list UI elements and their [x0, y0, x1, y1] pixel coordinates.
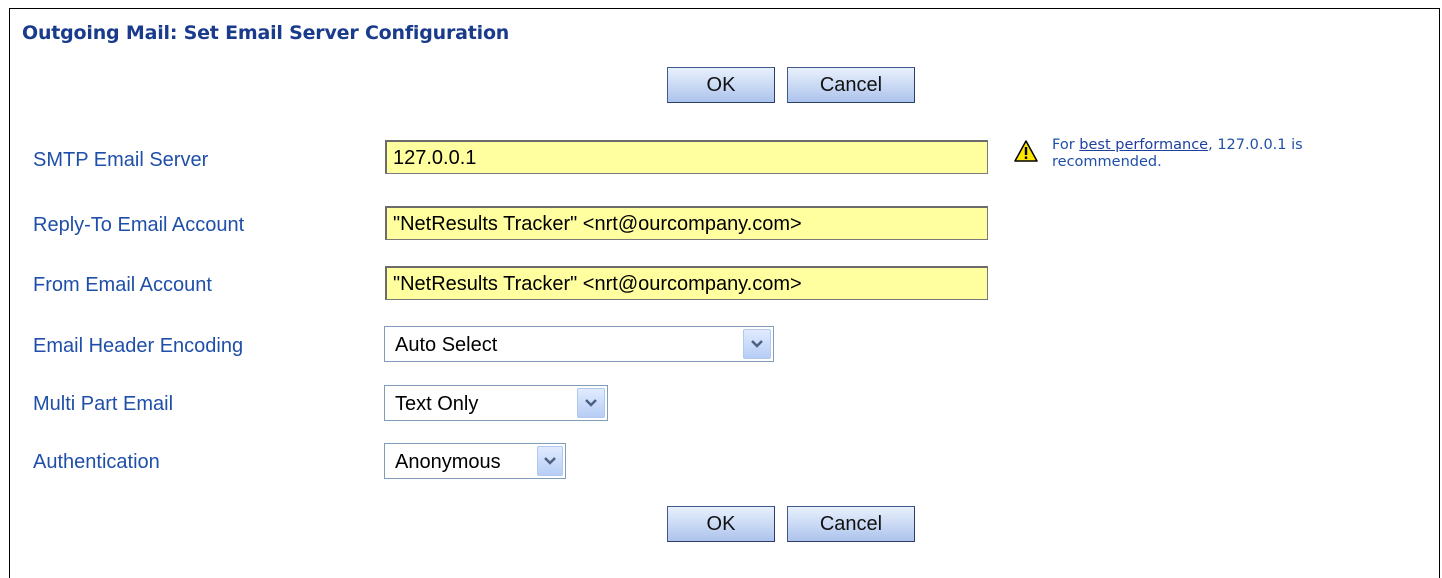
cancel-button-top[interactable]: Cancel — [787, 67, 915, 103]
reply-to-label: Reply-To Email Account — [33, 214, 245, 236]
best-performance-link[interactable]: best performance — [1079, 137, 1208, 153]
authentication-label: Authentication — [33, 451, 160, 473]
authentication-value: Anonymous — [395, 451, 501, 473]
cancel-button-bottom[interactable]: Cancel — [787, 506, 915, 542]
page-title: Outgoing Mail: Set Email Server Configur… — [22, 22, 510, 44]
ok-button-top[interactable]: OK — [667, 67, 775, 103]
header-encoding-select[interactable]: Auto Select — [384, 326, 774, 362]
reply-to-input[interactable]: "NetResults Tracker" <nrt@ourcompany.com… — [385, 206, 988, 240]
chevron-down-icon[interactable] — [577, 388, 605, 418]
performance-note: For best performance, 127.0.0.1 is recom… — [1052, 137, 1303, 171]
smtp-server-input[interactable]: 127.0.0.1 — [385, 140, 988, 174]
header-encoding-value: Auto Select — [395, 334, 498, 356]
chevron-down-icon[interactable] — [743, 329, 771, 359]
note-suffix: , 127.0.0.1 is — [1208, 137, 1303, 153]
smtp-server-label: SMTP Email Server — [33, 149, 209, 171]
chevron-down-icon[interactable] — [537, 446, 563, 476]
from-label: From Email Account — [33, 274, 212, 296]
multipart-select[interactable]: Text Only — [384, 385, 608, 421]
multipart-label: Multi Part Email — [33, 393, 174, 415]
header-encoding-label: Email Header Encoding — [33, 335, 244, 357]
multipart-value: Text Only — [395, 393, 479, 415]
ok-button-bottom[interactable]: OK — [667, 506, 775, 542]
from-input[interactable]: "NetResults Tracker" <nrt@ourcompany.com… — [385, 266, 988, 300]
warning-icon — [1014, 140, 1038, 167]
authentication-select[interactable]: Anonymous — [384, 443, 566, 479]
note-prefix: For — [1052, 137, 1080, 153]
note-line2: recommended. — [1052, 154, 1162, 170]
